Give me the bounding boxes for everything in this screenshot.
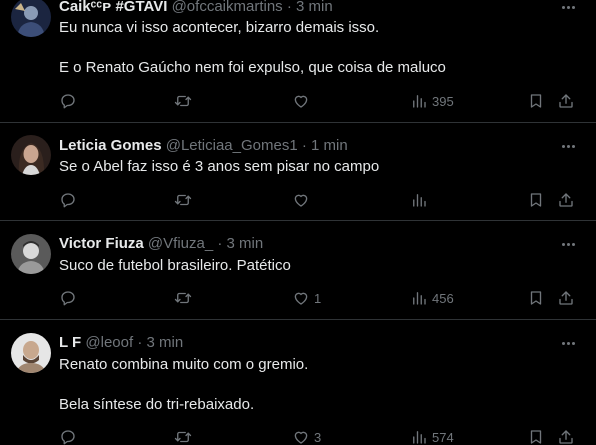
user-handle[interactable]: @ofccaikmartins	[172, 0, 283, 15]
timestamp[interactable]: 3 min	[147, 334, 184, 351]
views-button[interactable]: 574	[410, 427, 454, 445]
separator-dot: ·	[137, 334, 143, 351]
retweet-button[interactable]	[174, 288, 192, 308]
retweet-button[interactable]	[174, 190, 192, 210]
tweet[interactable]: Leticia Gomes @Leticiaa_Gomes1 · 1 min S…	[0, 123, 596, 221]
timestamp[interactable]: 3 min	[296, 0, 333, 15]
share-button[interactable]	[557, 91, 575, 111]
more-options-icon[interactable]	[558, 0, 578, 17]
display-name[interactable]: Leticia Gomes	[59, 137, 162, 154]
more-options-icon[interactable]	[558, 234, 578, 254]
avatar[interactable]	[11, 333, 51, 373]
user-handle[interactable]: @Vfiuza_	[148, 235, 213, 252]
separator-dot: ·	[286, 0, 292, 15]
view-count: 456	[432, 290, 454, 306]
heart-icon	[294, 95, 308, 108]
tweet-actions: 395	[59, 91, 596, 111]
heart-icon	[294, 194, 308, 207]
views-icon	[413, 194, 426, 207]
share-icon	[559, 193, 573, 207]
tweet-text-line: Bela síntese do tri-rebaixado.	[59, 396, 255, 413]
share-button[interactable]	[557, 427, 575, 445]
user-handle[interactable]: @leoof	[85, 334, 133, 351]
like-button[interactable]: 3	[292, 427, 321, 445]
tweet-text-line: Eu nunca vi isso acontecer, bizarro dema…	[59, 19, 380, 36]
like-count: 3	[314, 429, 322, 445]
reply-button[interactable]	[59, 288, 77, 308]
display-name[interactable]: Victor Fiuza	[59, 235, 144, 252]
separator-dot: ·	[301, 137, 307, 154]
reply-button[interactable]	[59, 91, 77, 111]
tweet-header: Victor Fiuza @Vfiuza_ · 3 min	[59, 234, 263, 254]
more-options-icon[interactable]	[558, 136, 578, 156]
like-button[interactable]	[292, 91, 314, 111]
retweet-icon	[174, 194, 192, 206]
retweet-icon	[174, 292, 192, 304]
tweet-actions: 3 574	[59, 427, 596, 445]
views-icon	[413, 292, 426, 305]
timestamp[interactable]: 1 min	[311, 137, 348, 154]
timeline-feed: Caikᶜᶜᴘ #GTAVI @ofccaikmartins · 3 min E…	[0, 0, 596, 445]
avatar[interactable]	[11, 234, 51, 274]
retweet-icon	[174, 95, 192, 107]
retweet-icon	[174, 431, 192, 443]
bookmark-button[interactable]	[527, 288, 545, 308]
bookmark-icon	[530, 291, 542, 305]
reply-icon	[61, 193, 75, 208]
reply-button[interactable]	[59, 427, 77, 445]
tweet-text-line: Suco de futebol brasileiro. Patético	[59, 257, 291, 274]
avatar[interactable]	[11, 0, 51, 37]
reply-button[interactable]	[59, 190, 77, 210]
bookmark-icon	[530, 430, 542, 444]
bookmark-button[interactable]	[527, 190, 545, 210]
display-name[interactable]: L F	[59, 334, 81, 351]
like-button[interactable]: 1	[292, 288, 321, 308]
tweet-text-line: Se o Abel faz isso é 3 anos sem pisar no…	[59, 158, 380, 175]
heart-icon	[294, 292, 308, 305]
tweet-header: Leticia Gomes @Leticiaa_Gomes1 · 1 min	[59, 136, 348, 156]
share-button[interactable]	[557, 190, 575, 210]
heart-icon	[294, 431, 308, 444]
bookmark-icon	[530, 94, 542, 108]
like-count: 1	[314, 290, 322, 306]
separator-dot: ·	[217, 235, 223, 252]
timestamp[interactable]: 3 min	[227, 235, 264, 252]
tweet-actions: 1 456	[59, 288, 596, 308]
bookmark-button[interactable]	[527, 427, 545, 445]
share-button[interactable]	[557, 288, 575, 308]
bookmark-icon	[530, 193, 542, 207]
retweet-button[interactable]	[174, 91, 192, 111]
view-count: 574	[432, 429, 454, 445]
reply-icon	[61, 94, 75, 109]
tweet-text-line: Renato combina muito com o gremio.	[59, 356, 309, 373]
tweet-actions	[59, 190, 596, 210]
share-icon	[559, 430, 573, 444]
bookmark-button[interactable]	[527, 91, 545, 111]
tweet[interactable]: Caikᶜᶜᴘ #GTAVI @ofccaikmartins · 3 min E…	[0, 0, 596, 123]
user-handle[interactable]: @Leticiaa_Gomes1	[166, 137, 298, 154]
share-icon	[559, 94, 573, 108]
like-button[interactable]	[292, 190, 314, 210]
retweet-button[interactable]	[174, 427, 192, 445]
display-name[interactable]: Caikᶜᶜᴘ #GTAVI	[59, 0, 167, 15]
share-icon	[559, 291, 573, 305]
tweet-header: Caikᶜᶜᴘ #GTAVI @ofccaikmartins · 3 min	[59, 0, 333, 17]
view-count: 395	[432, 93, 454, 109]
tweet[interactable]: Victor Fiuza @Vfiuza_ · 3 min Suco de fu…	[0, 221, 596, 320]
tweet-text-line: E o Renato Gaúcho nem foi expulso, que c…	[59, 59, 446, 76]
views-button[interactable]: 456	[410, 288, 454, 308]
more-options-icon[interactable]	[558, 333, 578, 353]
views-button[interactable]	[410, 190, 432, 210]
reply-icon	[61, 430, 75, 445]
tweet-header: L F @leoof · 3 min	[59, 333, 183, 353]
avatar[interactable]	[11, 135, 51, 175]
views-button[interactable]: 395	[410, 91, 454, 111]
views-icon	[413, 431, 426, 444]
reply-icon	[61, 291, 75, 306]
tweet[interactable]: L F @leoof · 3 min Renato combina muito …	[0, 320, 596, 445]
views-icon	[413, 95, 426, 108]
